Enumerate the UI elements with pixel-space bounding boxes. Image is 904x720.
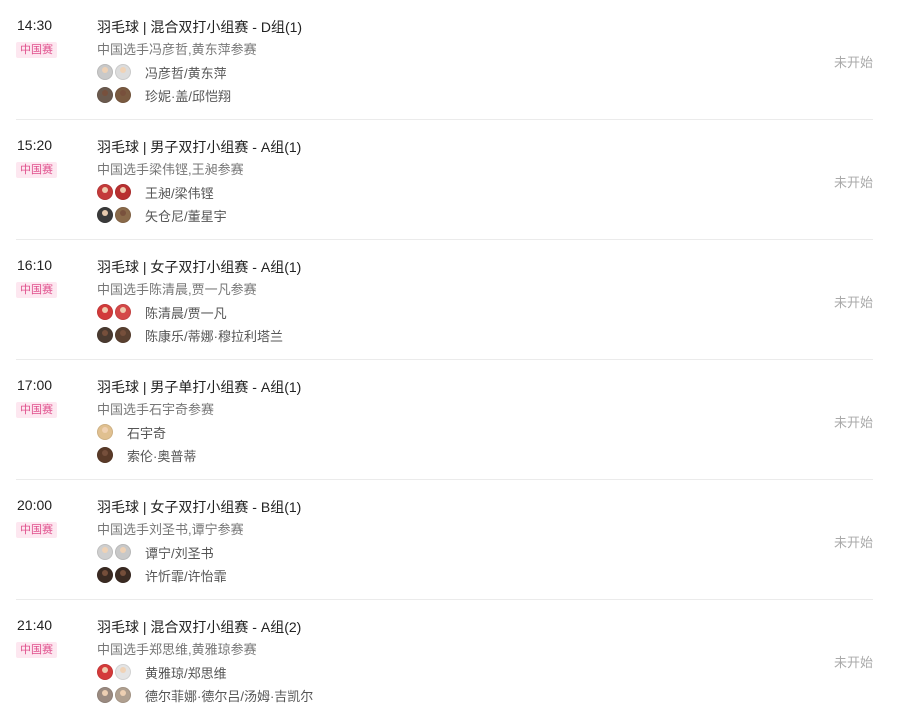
team-names: 索伦·奥普蒂 — [127, 448, 197, 464]
team-avatars — [97, 687, 133, 703]
match-time: 17:00 — [17, 377, 53, 393]
team-names: 德尔菲娜·德尔吕/汤姆·吉凯尔 — [145, 688, 314, 704]
team-names: 王昶/梁伟铿 — [145, 185, 214, 201]
team-avatars — [97, 327, 133, 343]
team-names: 珍妮·盖/邱恺翔 — [145, 88, 231, 104]
player-avatar-icon — [97, 664, 113, 680]
player-avatar-icon — [115, 304, 131, 320]
team-avatars — [97, 544, 133, 560]
match-status: 未开始 — [833, 295, 873, 310]
match-title[interactable]: 羽毛球 | 女子双打小组赛 - A组(1) — [97, 257, 301, 277]
team-avatars — [97, 184, 133, 200]
team-names: 石宇奇 — [127, 425, 167, 441]
player-avatar-icon — [97, 687, 113, 703]
team-2: 珍妮·盖/邱恺翔 — [97, 85, 231, 105]
match-status: 未开始 — [833, 55, 873, 70]
team-avatars — [97, 64, 133, 80]
player-avatar-icon — [97, 567, 113, 583]
team-1: 石宇奇 — [97, 422, 166, 442]
china-event-badge: 中国赛 — [16, 282, 57, 298]
china-event-badge: 中国赛 — [16, 522, 57, 538]
match-title[interactable]: 羽毛球 | 男子单打小组赛 - A组(1) — [97, 377, 301, 397]
team-1: 谭宁/刘圣书 — [97, 542, 214, 562]
player-avatar-icon — [115, 207, 131, 223]
player-avatar-icon — [97, 304, 113, 320]
match-title[interactable]: 羽毛球 | 女子双打小组赛 - B组(1) — [97, 497, 301, 517]
player-avatar-icon — [97, 327, 113, 343]
team-1: 黄雅琼/郑思维 — [97, 662, 227, 682]
china-event-badge: 中国赛 — [16, 42, 57, 58]
player-avatar-icon — [97, 64, 113, 80]
player-avatar-icon — [115, 664, 131, 680]
match-title[interactable]: 羽毛球 | 男子双打小组赛 - A组(1) — [97, 137, 301, 157]
match-time: 16:10 — [17, 257, 53, 273]
team-names: 陈康乐/蒂娜·穆拉利塔兰 — [145, 328, 283, 344]
team-avatars — [97, 567, 133, 583]
team-avatars — [97, 207, 133, 223]
china-event-badge: 中国赛 — [16, 162, 57, 178]
team-names: 黄雅琼/郑思维 — [145, 665, 227, 681]
match-title[interactable]: 羽毛球 | 混合双打小组赛 - A组(2) — [97, 617, 301, 637]
team-avatars — [97, 447, 115, 463]
match-row[interactable]: 21:40 中国赛 羽毛球 | 混合双打小组赛 - A组(2) 中国选手郑思维,… — [0, 600, 873, 720]
team-1: 陈清晨/贾一凡 — [97, 302, 227, 322]
team-names: 许忻霏/许怡霏 — [145, 568, 227, 584]
team-names: 冯彦哲/黄东萍 — [145, 65, 227, 81]
player-avatar-icon — [115, 184, 131, 200]
match-row[interactable]: 14:30 中国赛 羽毛球 | 混合双打小组赛 - D组(1) 中国选手冯彦哲,… — [0, 0, 873, 120]
team-2: 许忻霏/许怡霏 — [97, 565, 227, 585]
player-avatar-icon — [97, 544, 113, 560]
team-names: 矢仓尼/董星宇 — [145, 208, 227, 224]
match-time: 20:00 — [17, 497, 53, 513]
match-row[interactable]: 20:00 中国赛 羽毛球 | 女子双打小组赛 - B组(1) 中国选手刘圣书,… — [0, 480, 873, 600]
match-time: 14:30 — [17, 17, 53, 33]
china-event-badge: 中国赛 — [16, 402, 57, 418]
team-avatars — [97, 424, 115, 440]
player-avatar-icon — [115, 544, 131, 560]
team-2: 索伦·奥普蒂 — [97, 445, 196, 465]
team-avatars — [97, 304, 133, 320]
match-subtitle: 中国选手石宇奇参赛 — [97, 402, 215, 417]
team-2: 矢仓尼/董星宇 — [97, 205, 227, 225]
team-2: 德尔菲娜·德尔吕/汤姆·吉凯尔 — [97, 685, 313, 705]
player-avatar-icon — [97, 207, 113, 223]
match-row[interactable]: 16:10 中国赛 羽毛球 | 女子双打小组赛 - A组(1) 中国选手陈清晨,… — [0, 240, 873, 360]
china-event-badge: 中国赛 — [16, 642, 57, 658]
match-subtitle: 中国选手郑思维,黄雅琼参赛 — [97, 642, 257, 657]
player-avatar-icon — [97, 424, 113, 440]
match-subtitle: 中国选手冯彦哲,黄东萍参赛 — [97, 42, 257, 57]
player-avatar-icon — [115, 567, 131, 583]
match-schedule-list: 14:30 中国赛 羽毛球 | 混合双打小组赛 - D组(1) 中国选手冯彦哲,… — [0, 0, 904, 713]
match-subtitle: 中国选手梁伟铿,王昶参赛 — [97, 162, 244, 177]
team-avatars — [97, 664, 133, 680]
team-1: 王昶/梁伟铿 — [97, 182, 214, 202]
team-1: 冯彦哲/黄东萍 — [97, 62, 227, 82]
player-avatar-icon — [115, 327, 131, 343]
match-row[interactable]: 17:00 中国赛 羽毛球 | 男子单打小组赛 - A组(1) 中国选手石宇奇参… — [0, 360, 873, 480]
match-subtitle: 中国选手陈清晨,贾一凡参赛 — [97, 282, 257, 297]
team-2: 陈康乐/蒂娜·穆拉利塔兰 — [97, 325, 283, 345]
match-row[interactable]: 15:20 中国赛 羽毛球 | 男子双打小组赛 - A组(1) 中国选手梁伟铿,… — [0, 120, 873, 240]
match-subtitle: 中国选手刘圣书,谭宁参赛 — [97, 522, 244, 537]
team-names: 陈清晨/贾一凡 — [145, 305, 227, 321]
player-avatar-icon — [115, 87, 131, 103]
match-status: 未开始 — [833, 415, 873, 430]
match-status: 未开始 — [833, 655, 873, 670]
match-title[interactable]: 羽毛球 | 混合双打小组赛 - D组(1) — [97, 17, 302, 37]
player-avatar-icon — [97, 447, 113, 463]
player-avatar-icon — [97, 184, 113, 200]
match-status: 未开始 — [833, 175, 873, 190]
match-status: 未开始 — [833, 535, 873, 550]
player-avatar-icon — [115, 687, 131, 703]
team-names: 谭宁/刘圣书 — [145, 545, 214, 561]
player-avatar-icon — [97, 87, 113, 103]
match-time: 15:20 — [17, 137, 53, 153]
match-time: 21:40 — [17, 617, 53, 633]
player-avatar-icon — [115, 64, 131, 80]
team-avatars — [97, 87, 133, 103]
